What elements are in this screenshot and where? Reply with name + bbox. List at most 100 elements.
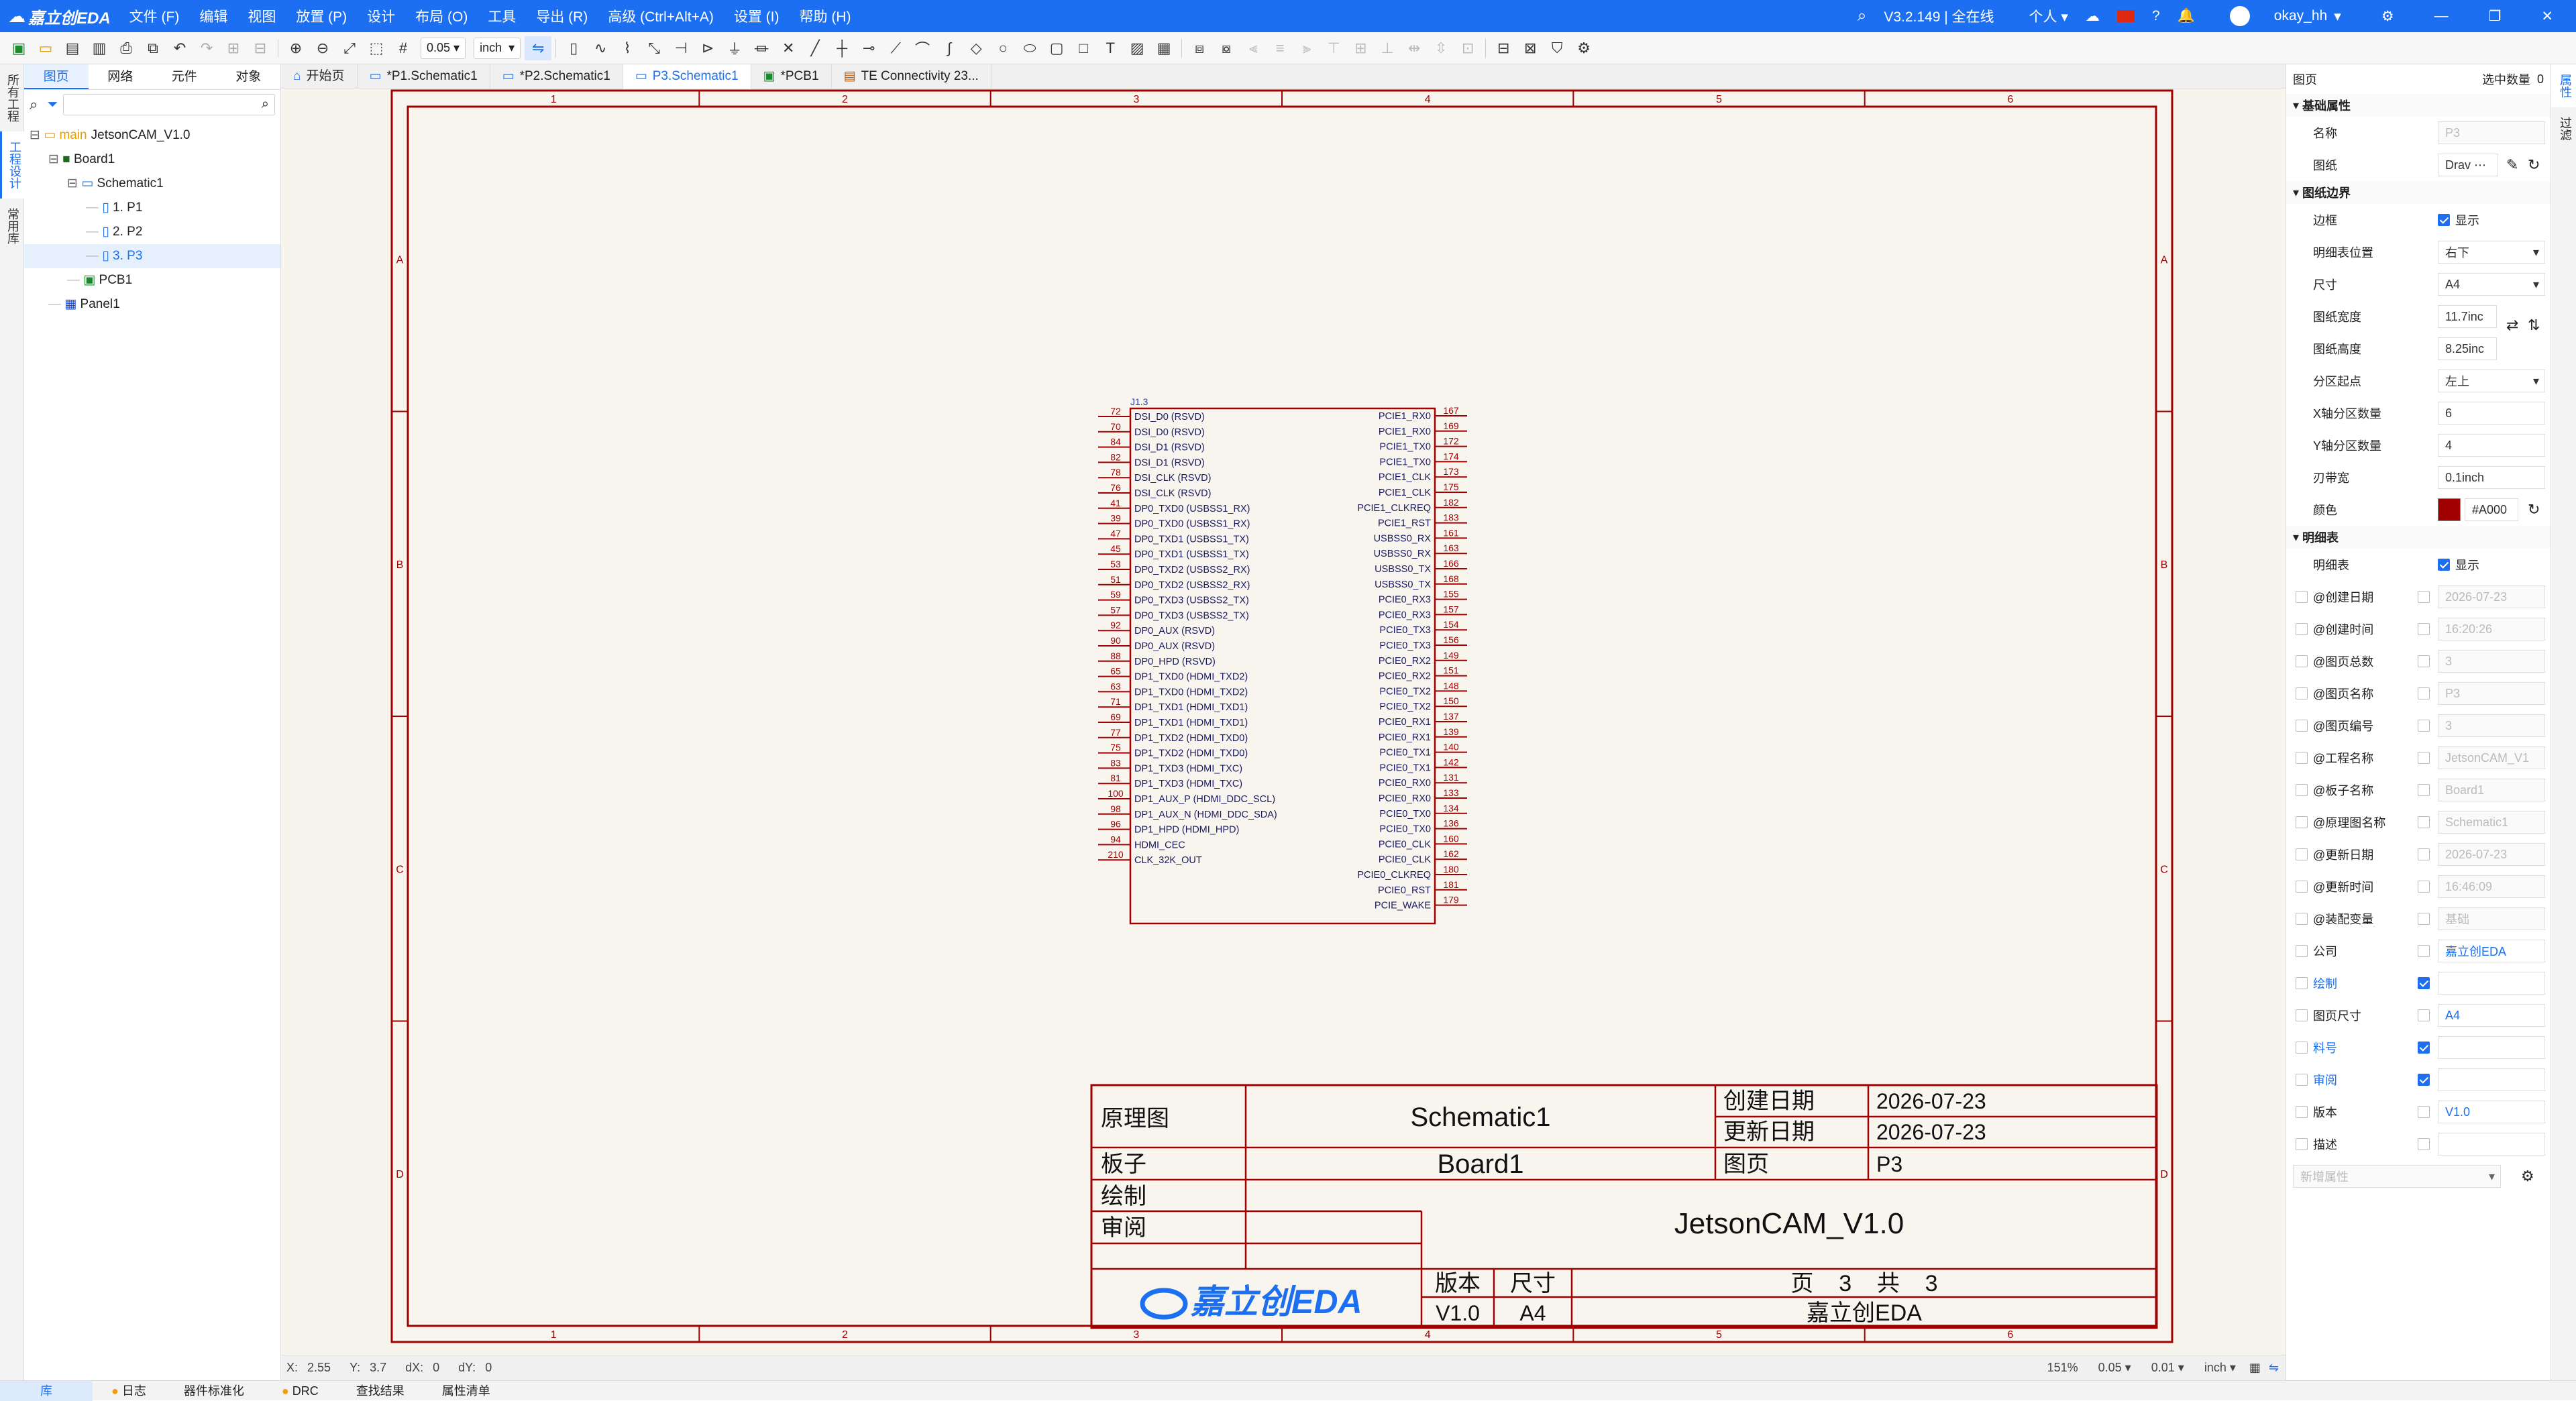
pin-icon[interactable]: ⊸	[855, 36, 882, 60]
prop-visible-checkbox[interactable]	[2418, 687, 2430, 699]
prop-value-field[interactable]	[2438, 1133, 2545, 1156]
new-property-select[interactable]: 新增属性 ▾	[2293, 1165, 2501, 1188]
prop-value-field[interactable]	[2438, 1036, 2545, 1059]
prop-select-checkbox[interactable]	[2296, 881, 2308, 893]
menu-item-4[interactable]: 设计	[367, 6, 395, 26]
group-icon[interactable]: ⊞	[220, 36, 247, 60]
prop-visible-checkbox[interactable]	[2418, 623, 2430, 635]
prop-select-checkbox[interactable]	[2296, 977, 2308, 989]
tree-item-4[interactable]: — ▯ 2. P2	[24, 220, 280, 244]
refresh-icon[interactable]: ↻	[2528, 501, 2540, 518]
tb-checkbox[interactable]	[2438, 559, 2450, 571]
arc-icon[interactable]: ⌒	[909, 36, 936, 60]
doc-tab-2[interactable]: ▭ *P2.Schematic1	[490, 64, 623, 89]
filter-icon[interactable]: ⏷	[47, 97, 58, 113]
prop-select-checkbox[interactable]	[2296, 1106, 2308, 1118]
menu-item-0[interactable]: 文件 (F)	[129, 6, 180, 26]
prop-visible-checkbox[interactable]	[2418, 1042, 2430, 1054]
grid-toggle-icon[interactable]: ▦	[2249, 1361, 2261, 1375]
prop-visible-checkbox[interactable]	[2418, 655, 2430, 667]
undo-icon[interactable]: ↶	[166, 36, 193, 60]
align-right-icon[interactable]: ⫸	[1293, 36, 1320, 60]
grid-icon[interactable]: #	[390, 36, 417, 60]
prop-value-field[interactable]: 2026-07-23	[2438, 843, 2545, 866]
prop-select-checkbox[interactable]	[2296, 1009, 2308, 1021]
prop-visible-checkbox[interactable]	[2418, 913, 2430, 925]
line-icon[interactable]: ╱	[802, 36, 828, 60]
component-icon[interactable]: ▯	[560, 36, 587, 60]
search-icon[interactable]: ⌕	[30, 96, 38, 113]
left-strip-project-design[interactable]: 工程设计	[0, 131, 28, 199]
help-icon[interactable]: ?	[2152, 8, 2160, 24]
app-logo[interactable]: ☁ 嘉立创EDA	[8, 5, 111, 28]
circle-icon[interactable]: ○	[989, 36, 1016, 60]
doc-tab-3[interactable]: ▭ P3.Schematic1	[623, 64, 751, 89]
search-icon[interactable]: ⌕	[1858, 7, 1866, 25]
status-unit-select[interactable]: inch ▾	[2204, 1361, 2236, 1375]
prop-value-field[interactable]: V1.0	[2438, 1101, 2545, 1123]
bezier-icon[interactable]: ∫	[936, 36, 963, 60]
square-icon[interactable]: □	[1070, 36, 1097, 60]
prop-visible-checkbox[interactable]	[2418, 945, 2430, 957]
text-icon[interactable]: T	[1097, 36, 1124, 60]
snap-toggle-icon[interactable]: ⇋	[2269, 1361, 2279, 1375]
name-field[interactable]: P3	[2438, 121, 2545, 144]
width-field[interactable]: 11.7inc	[2438, 305, 2497, 328]
menu-item-6[interactable]: 工具	[488, 6, 516, 26]
doc-tab-5[interactable]: ▤ TE Connectivity 23...	[832, 64, 991, 89]
tree-item-5[interactable]: — ▯ 3. P3	[24, 244, 280, 268]
tb-pos-select[interactable]: 右下 ▾	[2438, 241, 2545, 264]
align-center-icon[interactable]: ≡	[1267, 36, 1293, 60]
right-strip-filter[interactable]: 过滤	[2551, 107, 2576, 150]
close-button[interactable]: ✕	[2541, 8, 2553, 25]
prop-visible-checkbox[interactable]	[2418, 720, 2430, 732]
diamond-icon[interactable]: ◇	[963, 36, 989, 60]
doc-tab-4[interactable]: ▣ *PCB1	[751, 64, 832, 89]
collapse-icon[interactable]: ⊟	[30, 128, 44, 142]
border-checkbox[interactable]	[2438, 214, 2450, 226]
image-icon[interactable]: ▨	[1124, 36, 1150, 60]
doc-tab-1[interactable]: ▭ *P1.Schematic1	[358, 64, 490, 89]
status-grid-select[interactable]: 0.05 ▾	[2098, 1361, 2131, 1375]
tab-normalize[interactable]: 器件标准化	[165, 1381, 263, 1401]
prop-value-field[interactable]: Schematic1	[2438, 811, 2545, 834]
doc-tab-0[interactable]: ⌂ 开始页	[281, 64, 358, 89]
print-icon[interactable]: ⎙	[113, 36, 140, 60]
new-file-icon[interactable]: ▣	[5, 36, 32, 60]
prop-value-field[interactable]: 基础	[2438, 907, 2545, 930]
prop-value-field[interactable]: 3	[2438, 650, 2545, 673]
gear-icon[interactable]: ⚙	[2381, 8, 2394, 25]
ellipse-icon[interactable]: ⬭	[1016, 36, 1043, 60]
ground-icon[interactable]: ⏛	[748, 36, 775, 60]
prop-select-checkbox[interactable]	[2296, 591, 2308, 603]
tab-nets[interactable]: 网络	[89, 64, 153, 89]
table-icon[interactable]: ▦	[1150, 36, 1177, 60]
restore-button[interactable]: ❐	[2489, 8, 2502, 25]
settings-icon[interactable]: ⚙	[1570, 36, 1597, 60]
net-label-icon[interactable]: ⊣	[667, 36, 694, 60]
open-folder-icon[interactable]: ▭	[32, 36, 59, 60]
collapse-icon[interactable]: ⊟	[67, 176, 81, 190]
height-field[interactable]: 8.25inc	[2438, 337, 2497, 360]
prop-select-checkbox[interactable]	[2296, 784, 2308, 796]
menu-item-1[interactable]: 编辑	[199, 6, 227, 26]
collapse-icon[interactable]: ⊟	[48, 152, 62, 166]
netlist-icon[interactable]: ⊠	[1517, 36, 1544, 60]
prop-select-checkbox[interactable]	[2296, 687, 2308, 699]
zoom-in-icon[interactable]: ⊕	[282, 36, 309, 60]
section-border[interactable]: ▾ 图纸边界	[2286, 181, 2551, 204]
tab-drc[interactable]: ● DRC	[263, 1381, 337, 1401]
align-bottom-icon[interactable]: ⊥	[1374, 36, 1401, 60]
design-check-icon[interactable]: ⛉	[1544, 36, 1570, 60]
tab-pages[interactable]: 图页	[24, 64, 89, 89]
size-select[interactable]: A4 ▾	[2438, 273, 2545, 296]
xzones-field[interactable]: 6	[2438, 402, 2545, 425]
schematic-canvas[interactable]: 112233445566AABBCCDD J1.3 72 DSI_D0 (RSVD…	[281, 89, 2286, 1355]
prop-select-checkbox[interactable]	[2296, 848, 2308, 860]
edit-icon[interactable]: ✎	[2506, 156, 2518, 174]
prop-select-checkbox[interactable]	[2296, 623, 2308, 635]
prop-visible-checkbox[interactable]	[2418, 881, 2430, 893]
align-grid-icon[interactable]: ⊡	[1454, 36, 1481, 60]
section-title-block[interactable]: ▾ 明细表	[2286, 526, 2551, 549]
prop-value-field[interactable]: 嘉立创EDA	[2438, 940, 2545, 962]
